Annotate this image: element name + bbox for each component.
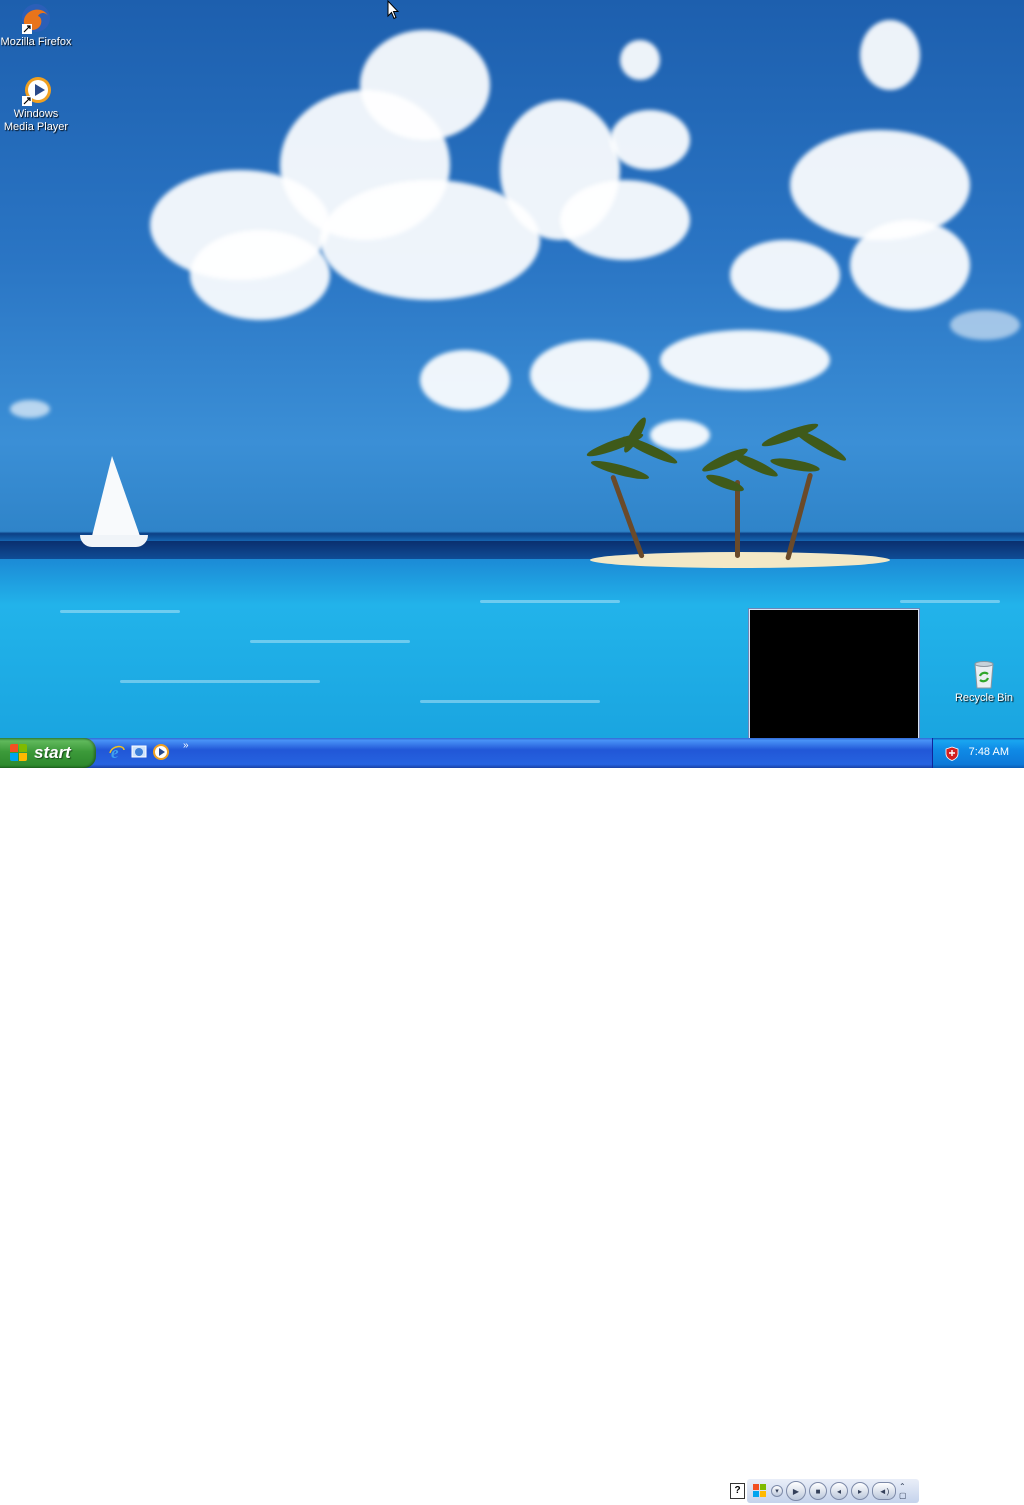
start-label: start bbox=[34, 743, 71, 762]
restore-button[interactable]: ⌃ ▢ bbox=[899, 1482, 909, 1500]
media-player-icon bbox=[20, 74, 52, 106]
internet-explorer-icon: e bbox=[109, 743, 125, 761]
volume-button[interactable]: ◄) bbox=[872, 1482, 896, 1500]
svg-text:e: e bbox=[111, 743, 119, 761]
media-player-toolbar: ▾ ▶ ■ ◂ ▸ ◄) ⌃ ▢ bbox=[747, 1479, 919, 1503]
previous-button[interactable]: ◂ bbox=[830, 1482, 848, 1500]
desktop-icon-label: Recycle Bin bbox=[954, 692, 1014, 704]
desktop-icon-recycle-bin[interactable]: Recycle Bin bbox=[948, 658, 1020, 705]
desktop-icon-label: Windows Media Player bbox=[3, 108, 69, 133]
next-button[interactable]: ▸ bbox=[851, 1482, 869, 1500]
recycle-bin-icon bbox=[968, 658, 1000, 690]
media-player-logo-icon[interactable] bbox=[751, 1482, 769, 1500]
media-player-icon bbox=[153, 744, 169, 760]
quick-launch-show-desktop[interactable] bbox=[130, 743, 148, 761]
media-player-video-window[interactable] bbox=[749, 609, 919, 738]
mouse-cursor-icon bbox=[387, 0, 399, 20]
desktop[interactable]: Mozilla Firefox Windows Media Player Rec… bbox=[0, 0, 1024, 738]
quick-launch-more-button[interactable]: » bbox=[183, 740, 189, 751]
quick-launch-media-player[interactable] bbox=[152, 743, 170, 761]
chevron-down-icon[interactable]: ▾ bbox=[771, 1485, 783, 1497]
play-button[interactable]: ▶ bbox=[786, 1481, 806, 1501]
firefox-icon bbox=[20, 2, 52, 34]
show-desktop-icon bbox=[131, 745, 147, 758]
clock[interactable]: 7:48 AM bbox=[969, 746, 1009, 758]
start-button[interactable]: start bbox=[0, 738, 96, 768]
help-button[interactable]: ? bbox=[730, 1483, 745, 1499]
security-shield-icon[interactable] bbox=[945, 746, 959, 761]
windows-logo-icon bbox=[10, 744, 28, 762]
taskbar: start e » ? ▾ ▶ ■ ◂ ▸ ◄) ⌃ ▢ 7:48 AM bbox=[0, 738, 1024, 1503]
desktop-icon-firefox[interactable]: Mozilla Firefox bbox=[0, 2, 72, 49]
desktop-icon-media-player[interactable]: Windows Media Player bbox=[0, 74, 72, 134]
desktop-icon-label: Mozilla Firefox bbox=[0, 36, 72, 48]
system-tray: 7:48 AM bbox=[932, 738, 1024, 768]
quick-launch-internet-explorer[interactable]: e bbox=[108, 743, 126, 761]
stop-button[interactable]: ■ bbox=[809, 1482, 827, 1500]
